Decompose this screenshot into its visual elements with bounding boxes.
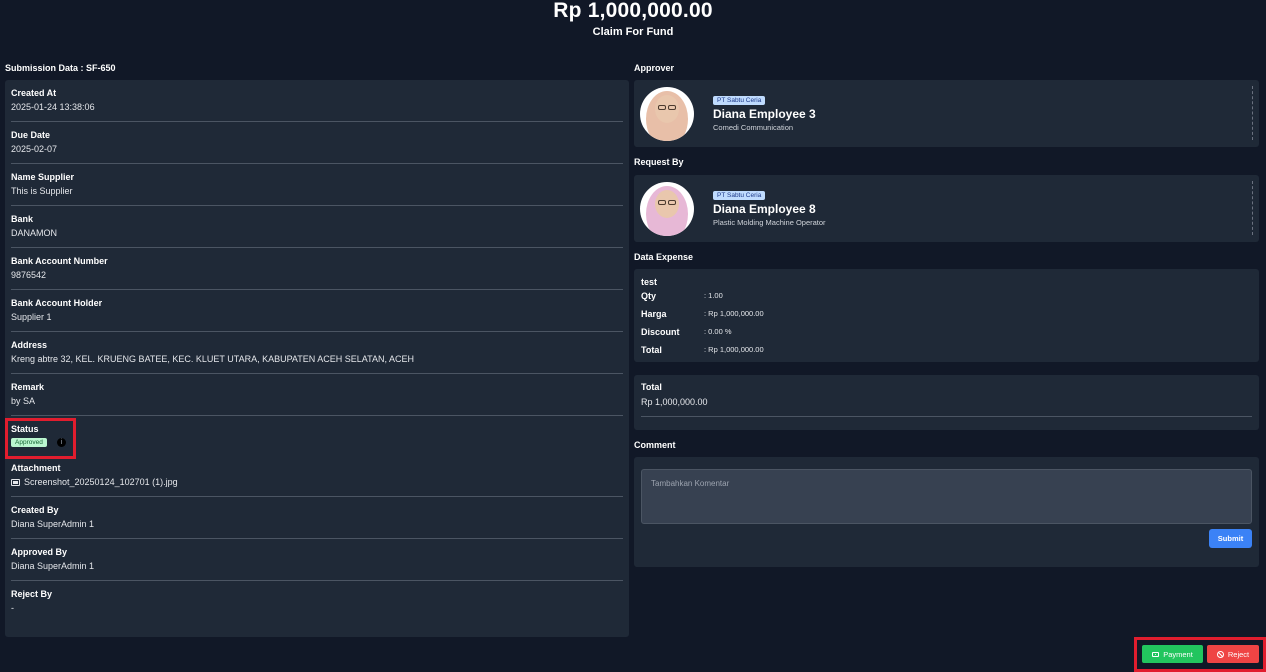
field-attachment: Attachment Screenshot_20250124_102701 (1… <box>11 455 623 497</box>
page-header: Rp 1,000,000.00 Claim For Fund <box>0 0 1266 38</box>
avatar-glasses <box>668 105 676 110</box>
field-value: 2025-01-24 13:38:06 <box>11 102 95 112</box>
avatar-glasses <box>668 200 676 205</box>
expense-total-label: Total <box>641 345 662 355</box>
field-value: Diana SuperAdmin 1 <box>11 519 95 529</box>
field-due-date: Due Date 2025-02-07 <box>11 122 623 164</box>
comment-input[interactable] <box>641 469 1252 524</box>
requester-role: Plastic Molding Machine Operator <box>713 218 826 227</box>
ban-icon <box>1216 650 1224 658</box>
field-created-at: Created At 2025-01-24 13:38:06 <box>11 80 623 122</box>
expense-harga-label: Harga <box>641 309 667 319</box>
field-address: Address Kreng abtre 32, KEL. KRUENG BATE… <box>11 332 623 374</box>
field-value: 2025-02-07 <box>11 144 58 154</box>
field-name-supplier: Name Supplier This is Supplier <box>11 164 623 206</box>
expense-discount-label: Discount <box>641 327 680 337</box>
total-label: Total <box>641 382 662 392</box>
field-label: Bank <box>11 214 34 224</box>
expense-total-value: : Rp 1,000,000.00 <box>704 345 764 354</box>
expense-discount-value: : 0.00 % <box>704 327 732 336</box>
attachment-filename[interactable]: Screenshot_20250124_102701 (1).jpg <box>24 477 178 487</box>
company-badge: PT Sabtu Ceria <box>713 96 766 105</box>
field-label: Approved By <box>11 547 68 557</box>
field-bank-account-holder: Bank Account Holder Supplier 1 <box>11 290 623 332</box>
field-bank: Bank DANAMON <box>11 206 623 248</box>
approver-card: PT Sabtu Ceria Diana Employee 3 Comedi C… <box>634 80 1259 147</box>
expense-qty-label: Qty <box>641 291 657 301</box>
submission-title: Submission Data : SF-650 <box>5 63 116 73</box>
field-value: Kreng abtre 32, KEL. KRUENG BATEE, KEC. … <box>11 354 414 364</box>
field-label: Created At <box>11 88 57 98</box>
field-value: This is Supplier <box>11 186 73 196</box>
comment-card: Submit <box>634 457 1259 567</box>
image-icon <box>11 479 20 486</box>
divider <box>1252 86 1253 140</box>
submit-button[interactable]: Submit <box>1209 529 1252 548</box>
divider <box>641 416 1252 417</box>
field-bank-account-number: Bank Account Number 9876542 <box>11 248 623 290</box>
field-value: by SA <box>11 396 36 406</box>
expense-item-name: test <box>641 277 658 287</box>
approver-title: Approver <box>634 63 675 73</box>
field-label: Due Date <box>11 130 51 140</box>
expense-harga-value: : Rp 1,000,000.00 <box>704 309 764 318</box>
avatar <box>640 182 694 236</box>
avatar-glasses <box>658 200 666 205</box>
expense-title: Data Expense <box>634 252 694 262</box>
divider <box>1252 181 1253 235</box>
attachment-link[interactable]: Screenshot_20250124_102701 (1).jpg <box>11 477 178 487</box>
total-card: Total Rp 1,000,000.00 <box>634 375 1259 430</box>
reject-button[interactable]: Reject <box>1207 645 1259 663</box>
reject-label: Reject <box>1227 649 1250 659</box>
field-status: Status Approved i <box>11 416 623 455</box>
field-label: Attachment <box>11 463 61 473</box>
field-approved-by: Approved By Diana SuperAdmin 1 <box>11 539 623 581</box>
field-remark: Remark by SA <box>11 374 623 416</box>
claim-type: Claim For Fund <box>592 26 674 38</box>
approver-name: Diana Employee 3 <box>713 107 816 121</box>
field-value: Diana SuperAdmin 1 <box>11 561 95 571</box>
requester-title: Request By <box>634 157 684 167</box>
company-badge: PT Sabtu Ceria <box>713 191 766 200</box>
field-label: Remark <box>11 382 45 392</box>
expense-card: test Qty : 1.00 Harga : Rp 1,000,000.00 … <box>634 269 1259 362</box>
status-highlight-box <box>5 418 76 459</box>
field-label: Bank Account Holder <box>11 298 103 308</box>
payment-label: Payment <box>1163 649 1193 659</box>
field-value: Supplier 1 <box>11 312 52 322</box>
avatar-glasses <box>658 105 666 110</box>
total-value: Rp 1,000,000.00 <box>641 397 708 407</box>
field-label: Reject By <box>11 589 53 599</box>
avatar <box>640 87 694 141</box>
cash-icon <box>1152 651 1160 657</box>
submission-panel: Created At 2025-01-24 13:38:06 Due Date … <box>5 80 629 637</box>
requester-card: PT Sabtu Ceria Diana Employee 8 Plastic … <box>634 175 1259 242</box>
field-label: Address <box>11 340 48 350</box>
payment-button[interactable]: Payment <box>1142 645 1203 663</box>
claim-amount: Rp 1,000,000.00 <box>553 0 713 22</box>
field-label: Bank Account Number <box>11 256 108 266</box>
field-label: Name Supplier <box>11 172 75 182</box>
field-value: 9876542 <box>11 270 47 280</box>
field-label: Created By <box>11 505 59 515</box>
field-value: - <box>11 603 14 613</box>
field-value: DANAMON <box>11 228 58 238</box>
expense-qty-value: : 1.00 <box>704 291 723 300</box>
field-reject-by: Reject By - <box>11 581 623 623</box>
field-created-by: Created By Diana SuperAdmin 1 <box>11 497 623 539</box>
comment-title: Comment <box>634 440 676 450</box>
approver-role: Comedi Communication <box>713 123 794 132</box>
requester-name: Diana Employee 8 <box>713 202 816 216</box>
